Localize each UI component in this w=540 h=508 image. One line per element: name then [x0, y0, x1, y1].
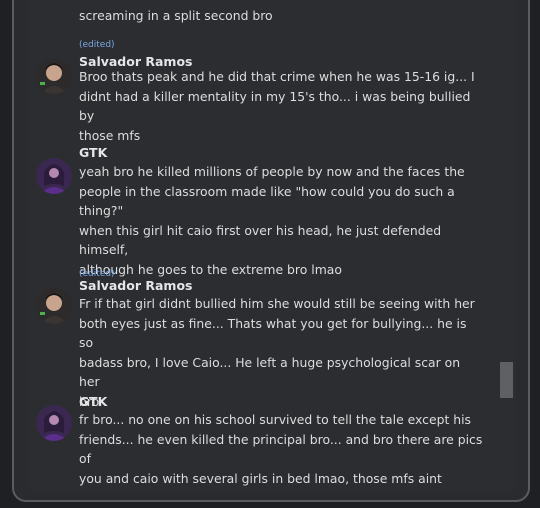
message-text: Broo thats peak and he did that crime wh…: [79, 67, 484, 145]
message-line: those mfs: [79, 127, 141, 143]
message-line: friends... he even killed the principal …: [79, 431, 483, 467]
message-line: people in the classroom made like "how c…: [79, 183, 455, 219]
message-line: badass bro, I love Caio... He left a hug…: [79, 354, 461, 390]
avatar[interactable]: [36, 158, 72, 194]
user-avatar-icon: [36, 288, 72, 324]
avatar[interactable]: [36, 288, 72, 324]
message-line: you and caio with several girls in bed l…: [79, 470, 442, 486]
message-line: fr bro... no one on his school survived …: [79, 412, 472, 427]
message-line: bro: [79, 393, 100, 409]
scrollbar[interactable]: [500, 0, 514, 492]
scrollbar-thumb[interactable]: [500, 362, 513, 398]
user-avatar-icon: [36, 158, 72, 194]
user-avatar-icon: [36, 405, 72, 441]
message-line: didnt had a killer mentality in my 15's …: [79, 88, 471, 124]
message-line: both eyes just as fine... Thats what you…: [79, 315, 467, 351]
message-text: Fr if that girl didnt bullied him she wo…: [79, 294, 484, 411]
message-line: Fr if that girl didnt bullied him she wo…: [79, 296, 475, 311]
author-name[interactable]: GTK: [79, 145, 107, 160]
message-text: screaming in a split second bro: [79, 6, 484, 26]
author-name[interactable]: GTK: [79, 394, 107, 409]
chat-panel-frame: screaming in a split second bro (edited)…: [12, 0, 530, 502]
message-line: Broo thats peak and he did that crime wh…: [79, 69, 475, 84]
message-text: fr bro... no one on his school survived …: [79, 410, 484, 488]
message-text: yeah bro he killed millions of people by…: [79, 162, 484, 279]
avatar[interactable]: [36, 405, 72, 441]
message-line: when this girl hit caio first over his h…: [79, 222, 442, 258]
user-avatar-icon: [36, 58, 72, 94]
message-line: screaming in a split second bro: [79, 8, 273, 23]
message-line: although he goes to the extreme bro lmao: [79, 261, 342, 277]
author-name[interactable]: Salvador Ramos: [79, 278, 192, 293]
avatar[interactable]: [36, 58, 72, 94]
chat-panel: screaming in a split second bro (edited)…: [28, 0, 516, 492]
message-line: yeah bro he killed millions of people by…: [79, 164, 465, 179]
edited-label: (edited): [79, 40, 115, 50]
